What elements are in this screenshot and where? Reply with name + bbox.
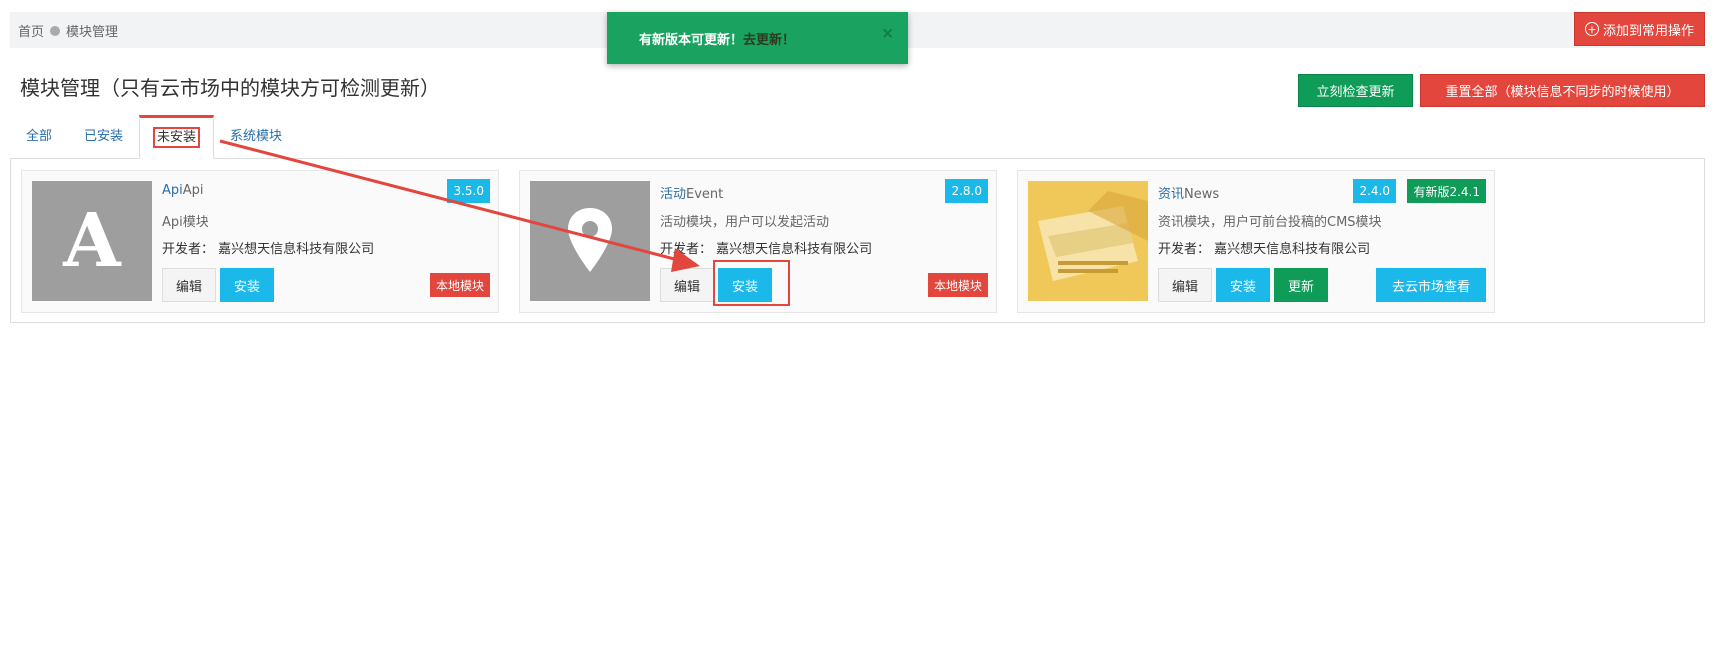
map-pin-icon bbox=[568, 208, 612, 272]
newspaper-icon bbox=[1028, 181, 1148, 301]
view-market-button[interactable]: 去云市场查看 bbox=[1376, 268, 1486, 302]
developer-name: 嘉兴想天信息科技有限公司 bbox=[1214, 242, 1371, 257]
install-button[interactable]: 安装 bbox=[1216, 268, 1270, 302]
toast-message: 有新版本可更新！去更新！ bbox=[639, 29, 795, 48]
edit-button[interactable]: 编辑 bbox=[162, 268, 216, 302]
breadcrumb: 首页 模块管理 bbox=[18, 21, 118, 40]
toast-update-link[interactable]: 去更新！ bbox=[743, 33, 795, 48]
module-developer: 开发者： 嘉兴想天信息科技有限公司 bbox=[162, 238, 374, 257]
plus-circle-icon: + bbox=[1584, 22, 1599, 36]
tab-installed[interactable]: 已安装 bbox=[68, 115, 139, 159]
add-common-label: 添加到常用操作 bbox=[1602, 23, 1694, 39]
module-thumbnail bbox=[1028, 181, 1148, 301]
module-name[interactable]: 资讯News bbox=[1158, 183, 1219, 202]
version-badge: 3.5.0 bbox=[447, 179, 490, 203]
edit-button[interactable]: 编辑 bbox=[1158, 268, 1212, 302]
reset-all-button[interactable]: 重置全部（模块信息不同步的时候使用） bbox=[1420, 74, 1705, 107]
module-tabs: 全部 已安装 未安装 系统模块 bbox=[10, 115, 298, 159]
module-name[interactable]: 活动Event bbox=[660, 183, 723, 202]
version-badge: 2.4.0 bbox=[1353, 179, 1396, 203]
developer-name: 嘉兴想天信息科技有限公司 bbox=[716, 242, 873, 257]
local-module-badge: 本地模块 bbox=[927, 273, 988, 297]
install-button[interactable]: 安装 bbox=[718, 268, 772, 302]
module-developer: 开发者： 嘉兴想天信息科技有限公司 bbox=[1158, 238, 1370, 257]
developer-name: 嘉兴想天信息科技有限公司 bbox=[218, 242, 375, 257]
module-thumbnail: A bbox=[32, 181, 152, 301]
check-update-button[interactable]: 立刻检查更新 bbox=[1298, 74, 1413, 107]
tab-all-label: 全部 bbox=[26, 129, 53, 144]
tab-all[interactable]: 全部 bbox=[10, 115, 68, 159]
tab-not-installed[interactable]: 未安装 bbox=[139, 115, 215, 159]
module-name-en: News bbox=[1184, 187, 1220, 202]
module-name-cn: Api bbox=[162, 183, 183, 198]
page-title: 模块管理（只有云市场中的模块方可检测更新） bbox=[20, 76, 440, 100]
breadcrumb-home[interactable]: 首页 bbox=[18, 21, 44, 40]
tab-system-modules[interactable]: 系统模块 bbox=[214, 115, 298, 159]
install-button[interactable]: 安装 bbox=[220, 268, 274, 302]
module-developer: 开发者： 嘉兴想天信息科技有限公司 bbox=[660, 238, 872, 257]
local-module-badge: 本地模块 bbox=[429, 273, 490, 297]
module-name-en: Event bbox=[686, 187, 724, 202]
new-version-badge: 有新版2.4.1 bbox=[1407, 179, 1486, 203]
close-icon[interactable]: × bbox=[881, 24, 894, 42]
module-list: A ApiApi 3.5.0 Api模块 开发者： 嘉兴想天信息科技有限公司 编… bbox=[10, 158, 1705, 323]
update-toast: 有新版本可更新！去更新！ × bbox=[607, 12, 908, 64]
tab-system-label: 系统模块 bbox=[230, 129, 283, 144]
module-card-news: 资讯News 2.4.0 有新版2.4.1 资讯模块，用户可前台投稿的CMS模块… bbox=[1017, 170, 1495, 313]
developer-label: 开发者： bbox=[1158, 242, 1211, 257]
module-name-en: Api bbox=[182, 183, 204, 198]
module-name[interactable]: ApiApi bbox=[162, 183, 204, 198]
module-name-cn: 资讯 bbox=[1158, 187, 1185, 202]
module-name-cn: 活动 bbox=[660, 187, 687, 202]
developer-label: 开发者： bbox=[162, 242, 215, 257]
tab-installed-label: 已安装 bbox=[84, 129, 124, 144]
module-card-event: 活动Event 2.8.0 活动模块，用户可以发起活动 开发者： 嘉兴想天信息科… bbox=[519, 170, 997, 313]
module-description: Api模块 bbox=[162, 215, 209, 230]
breadcrumb-separator-icon bbox=[50, 25, 61, 36]
developer-label: 开发者： bbox=[660, 242, 713, 257]
update-button[interactable]: 更新 bbox=[1274, 268, 1328, 302]
breadcrumb-current: 模块管理 bbox=[66, 25, 119, 40]
version-badge: 2.8.0 bbox=[945, 179, 988, 203]
module-card-api: A ApiApi 3.5.0 Api模块 开发者： 嘉兴想天信息科技有限公司 编… bbox=[21, 170, 499, 313]
toast-text: 有新版本可更新！ bbox=[639, 33, 744, 48]
letter-a-icon: A bbox=[63, 198, 121, 284]
module-description: 资讯模块，用户可前台投稿的CMS模块 bbox=[1158, 215, 1382, 230]
add-common-button[interactable]: + 添加到常用操作 bbox=[1573, 12, 1705, 46]
edit-button[interactable]: 编辑 bbox=[660, 268, 714, 302]
module-thumbnail bbox=[530, 181, 650, 301]
module-description: 活动模块，用户可以发起活动 bbox=[660, 215, 830, 230]
tab-not-installed-label: 未安装 bbox=[153, 127, 201, 148]
